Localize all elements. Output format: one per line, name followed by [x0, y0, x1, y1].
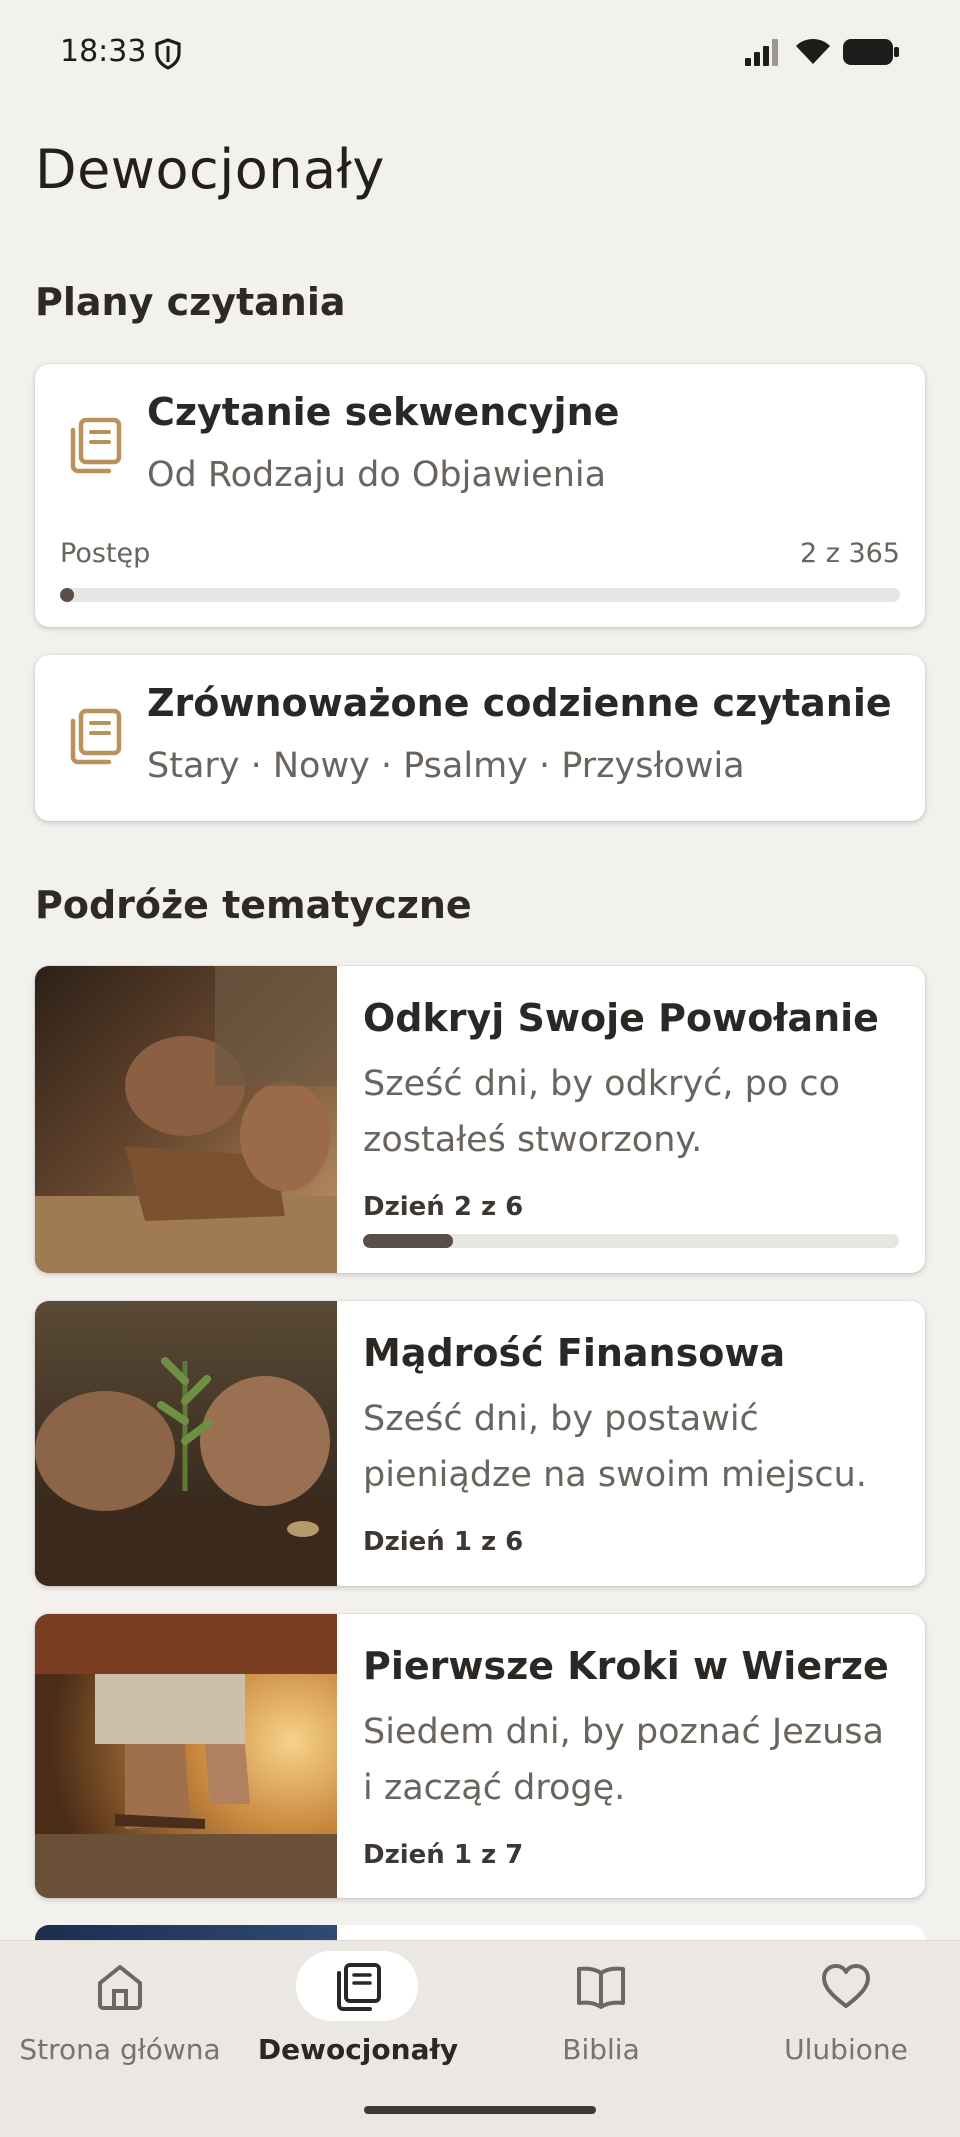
status-time: 18:33 — [60, 34, 147, 69]
nav-item-favorites[interactable]: Ulubione — [726, 1941, 960, 2081]
progress-label: Postęp — [60, 538, 151, 569]
journey-day: Dzień 1 z 6 — [363, 1527, 524, 1557]
journey-description: Siedem dni, by poznać Jezusa i zacząć dr… — [363, 1712, 884, 1808]
journey-card-first-steps[interactable]: Pierwsze Kroki w Wierze Siedem dni, by p… — [35, 1614, 925, 1898]
journey-image — [35, 1301, 337, 1586]
journey-day: Dzień 2 z 6 — [363, 1192, 524, 1222]
journey-card-finance[interactable]: Mądrość Finansowa Sześć dni, by postawić… — [35, 1301, 925, 1586]
nav-label: Biblia — [562, 2033, 640, 2066]
nav-label: Strona główna — [19, 2033, 221, 2066]
plan-card-sequential[interactable]: Czytanie sekwencyjne Od Rodzaju do Objaw… — [35, 364, 925, 627]
progress-count: 2 z 365 — [799, 538, 900, 569]
nav-label: Dewocjonały — [257, 2033, 459, 2066]
journey-description: Sześć dni, by odkryć, po co zostałeś stw… — [363, 1064, 841, 1160]
signal-icon — [745, 39, 778, 66]
status-bar: 18:33 — [0, 0, 960, 106]
home-indicator[interactable] — [364, 2106, 596, 2114]
journey-image — [35, 1614, 337, 1898]
reading-plans-heading: Plany czytania — [35, 280, 346, 324]
books-icon — [70, 417, 122, 474]
plan-card-balanced[interactable]: Zrównoważone codzienne czytanie Stary · … — [35, 655, 925, 821]
progress-fill — [60, 588, 74, 602]
page-title: Dewocjonały — [35, 138, 385, 201]
journey-title: Pierwsze Kroki w Wierze — [363, 1644, 889, 1688]
journey-day: Dzień 1 z 7 — [363, 1840, 524, 1870]
progress-bar — [363, 1234, 899, 1248]
shield-icon — [155, 38, 181, 70]
plan-title: Czytanie sekwencyjne — [147, 390, 620, 434]
journey-image — [35, 966, 337, 1273]
heart-icon — [822, 1964, 870, 2008]
plan-title: Zrównoważone codzienne czytanie — [147, 681, 892, 725]
journey-description: Sześć dni, by postawić pieniądze na swoi… — [363, 1399, 867, 1495]
nav-item-home[interactable]: Strona główna — [0, 1941, 240, 2081]
journey-title: Mądrość Finansowa — [363, 1331, 786, 1375]
nav-item-devotionals[interactable]: Dewocjonały — [238, 1941, 478, 2081]
progress-fill — [363, 1234, 453, 1248]
open-book-icon — [577, 1966, 625, 2009]
home-icon — [98, 1965, 142, 2010]
books-icon — [70, 708, 122, 765]
journey-title: Odkryj Swoje Powołanie — [363, 996, 879, 1040]
wifi-icon — [796, 38, 830, 64]
nav-label: Ulubione — [784, 2033, 908, 2066]
plan-subtitle: Od Rodzaju do Objawienia — [147, 455, 607, 495]
journeys-heading: Podróże tematyczne — [35, 883, 472, 927]
nav-item-bible[interactable]: Biblia — [481, 1941, 721, 2081]
battery-icon — [843, 39, 899, 65]
books-icon — [337, 1963, 381, 2011]
journey-card-calling[interactable]: Odkryj Swoje Powołanie Sześć dni, by odk… — [35, 966, 925, 1273]
plan-subtitle: Stary · Nowy · Psalmy · Przysłowia — [147, 746, 745, 786]
progress-bar — [60, 588, 900, 602]
